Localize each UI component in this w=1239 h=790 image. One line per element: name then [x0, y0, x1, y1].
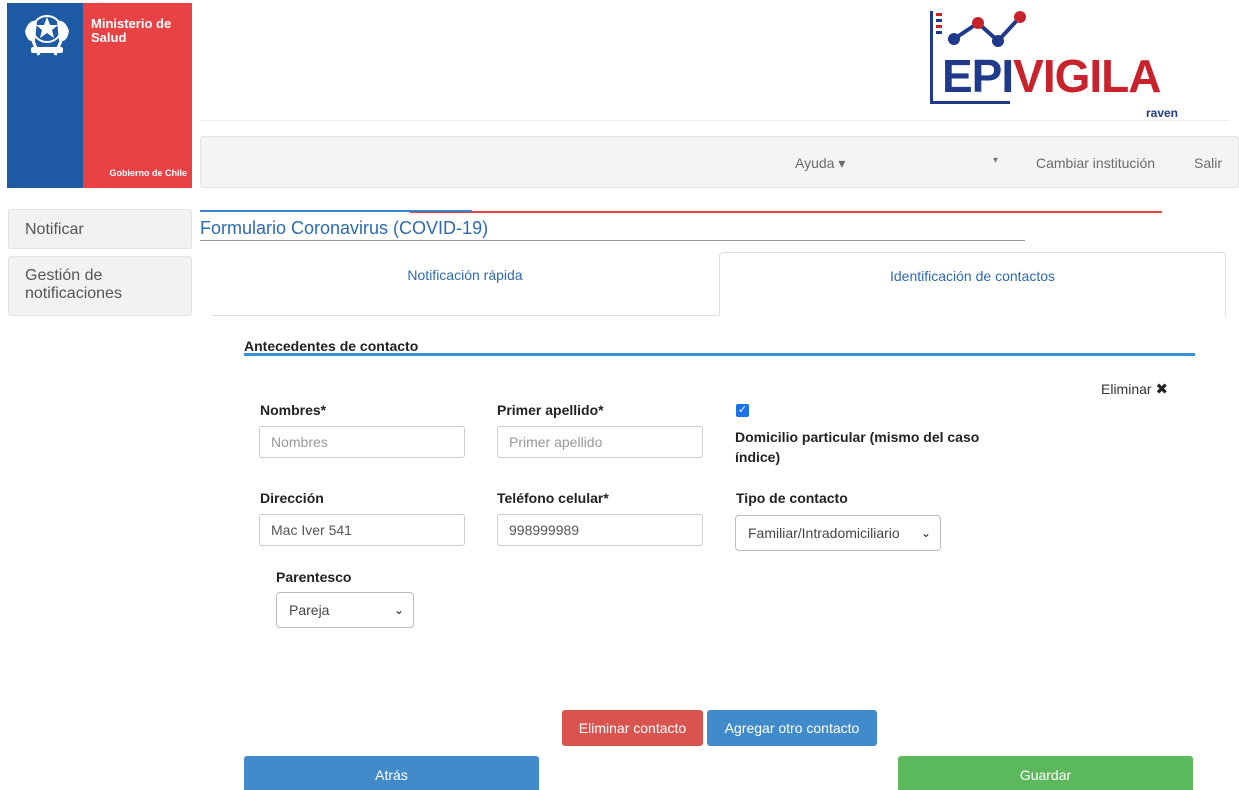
gobierno-logo: Ministerio de Salud Gobierno de Chile: [7, 3, 192, 188]
nav-salir[interactable]: Salir: [1194, 155, 1222, 171]
title-red-divider: [410, 211, 1162, 213]
brand-epi: EPI: [942, 50, 1014, 102]
raven-logo: raven: [1145, 106, 1178, 120]
epivigila-logo: EPIVIGILA raven: [920, 11, 1190, 121]
eliminar-contact-link[interactable]: Eliminar ✖: [1101, 380, 1168, 398]
domicilio-label: Domicilio particular (mismo del caso índ…: [735, 429, 980, 465]
gobierno-label: Gobierno de Chile: [109, 168, 187, 178]
domicilio-checkbox[interactable]: ✓: [736, 404, 749, 417]
nombres-label: Nombres*: [260, 402, 327, 418]
nav-ayuda-dropdown[interactable]: Ayuda ▾: [795, 155, 845, 172]
close-icon: ✖: [1155, 381, 1169, 398]
parentesco-label: Parentesco: [276, 569, 352, 585]
section-title: Antecedentes de contacto: [244, 338, 419, 354]
chile-crest-icon: [25, 15, 69, 56]
chevron-down-icon: ⌄: [393, 603, 404, 617]
chevron-down-icon: ⌄: [920, 526, 931, 540]
tab-notificacion-rapida[interactable]: Notificación rápida: [212, 252, 718, 316]
apellido-label: Primer apellido*: [497, 402, 604, 418]
tipo-contacto-value: Familiar/Intradomiciliario: [748, 525, 900, 541]
title-underline: [200, 240, 1025, 241]
tipo-contacto-select[interactable]: Familiar/Intradomiciliario ⌄: [735, 515, 941, 551]
eliminar-label: Eliminar: [1101, 381, 1152, 397]
sidebar-item-gestion[interactable]: Gestión de notificaciones: [8, 256, 192, 316]
telefono-label: Teléfono celular*: [497, 490, 609, 506]
brand-vigila: VIGILA: [1013, 50, 1161, 102]
tab-identificacion-contactos[interactable]: Identificación de contactos: [719, 252, 1226, 316]
page-title: Formulario Coronavirus (COVID-19): [200, 218, 489, 238]
nav-cambiar-institucion[interactable]: Cambiar institución: [1036, 155, 1155, 171]
sidebar-item-notificar[interactable]: Notificar: [8, 209, 192, 249]
direccion-input[interactable]: Mac Iver 541: [259, 514, 465, 546]
epivigila-wordmark: EPIVIGILA: [942, 49, 1162, 103]
nombres-input[interactable]: Nombres: [259, 426, 465, 458]
parentesco-value: Pareja: [289, 602, 330, 618]
nav-dropdown-caret-icon[interactable]: ▾: [993, 155, 998, 166]
title-blue-divider: [200, 210, 472, 212]
agregar-contacto-button[interactable]: Agregar otro contacto: [707, 710, 877, 746]
section-divider: [244, 353, 1195, 356]
parentesco-select[interactable]: Pareja ⌄: [276, 592, 414, 628]
direccion-label: Dirección: [260, 490, 324, 506]
ministerio-label: Ministerio de Salud: [91, 16, 172, 45]
atras-button[interactable]: Atrás: [244, 756, 539, 790]
guardar-button[interactable]: Guardar: [898, 756, 1193, 790]
apellido-input[interactable]: Primer apellido: [497, 426, 703, 458]
eliminar-contacto-button[interactable]: Eliminar contacto: [562, 710, 703, 746]
logo-red-panel: Ministerio de Salud Gobierno de Chile: [83, 3, 192, 188]
header-top: EPIVIGILA raven: [200, 3, 1230, 121]
top-navbar: Ayuda ▾ ▾ Cambiar institución Salir: [200, 136, 1239, 188]
logo-blue-panel: [7, 3, 83, 188]
tipo-contacto-label: Tipo de contacto: [736, 490, 848, 506]
telefono-input[interactable]: 998999989: [497, 514, 703, 546]
